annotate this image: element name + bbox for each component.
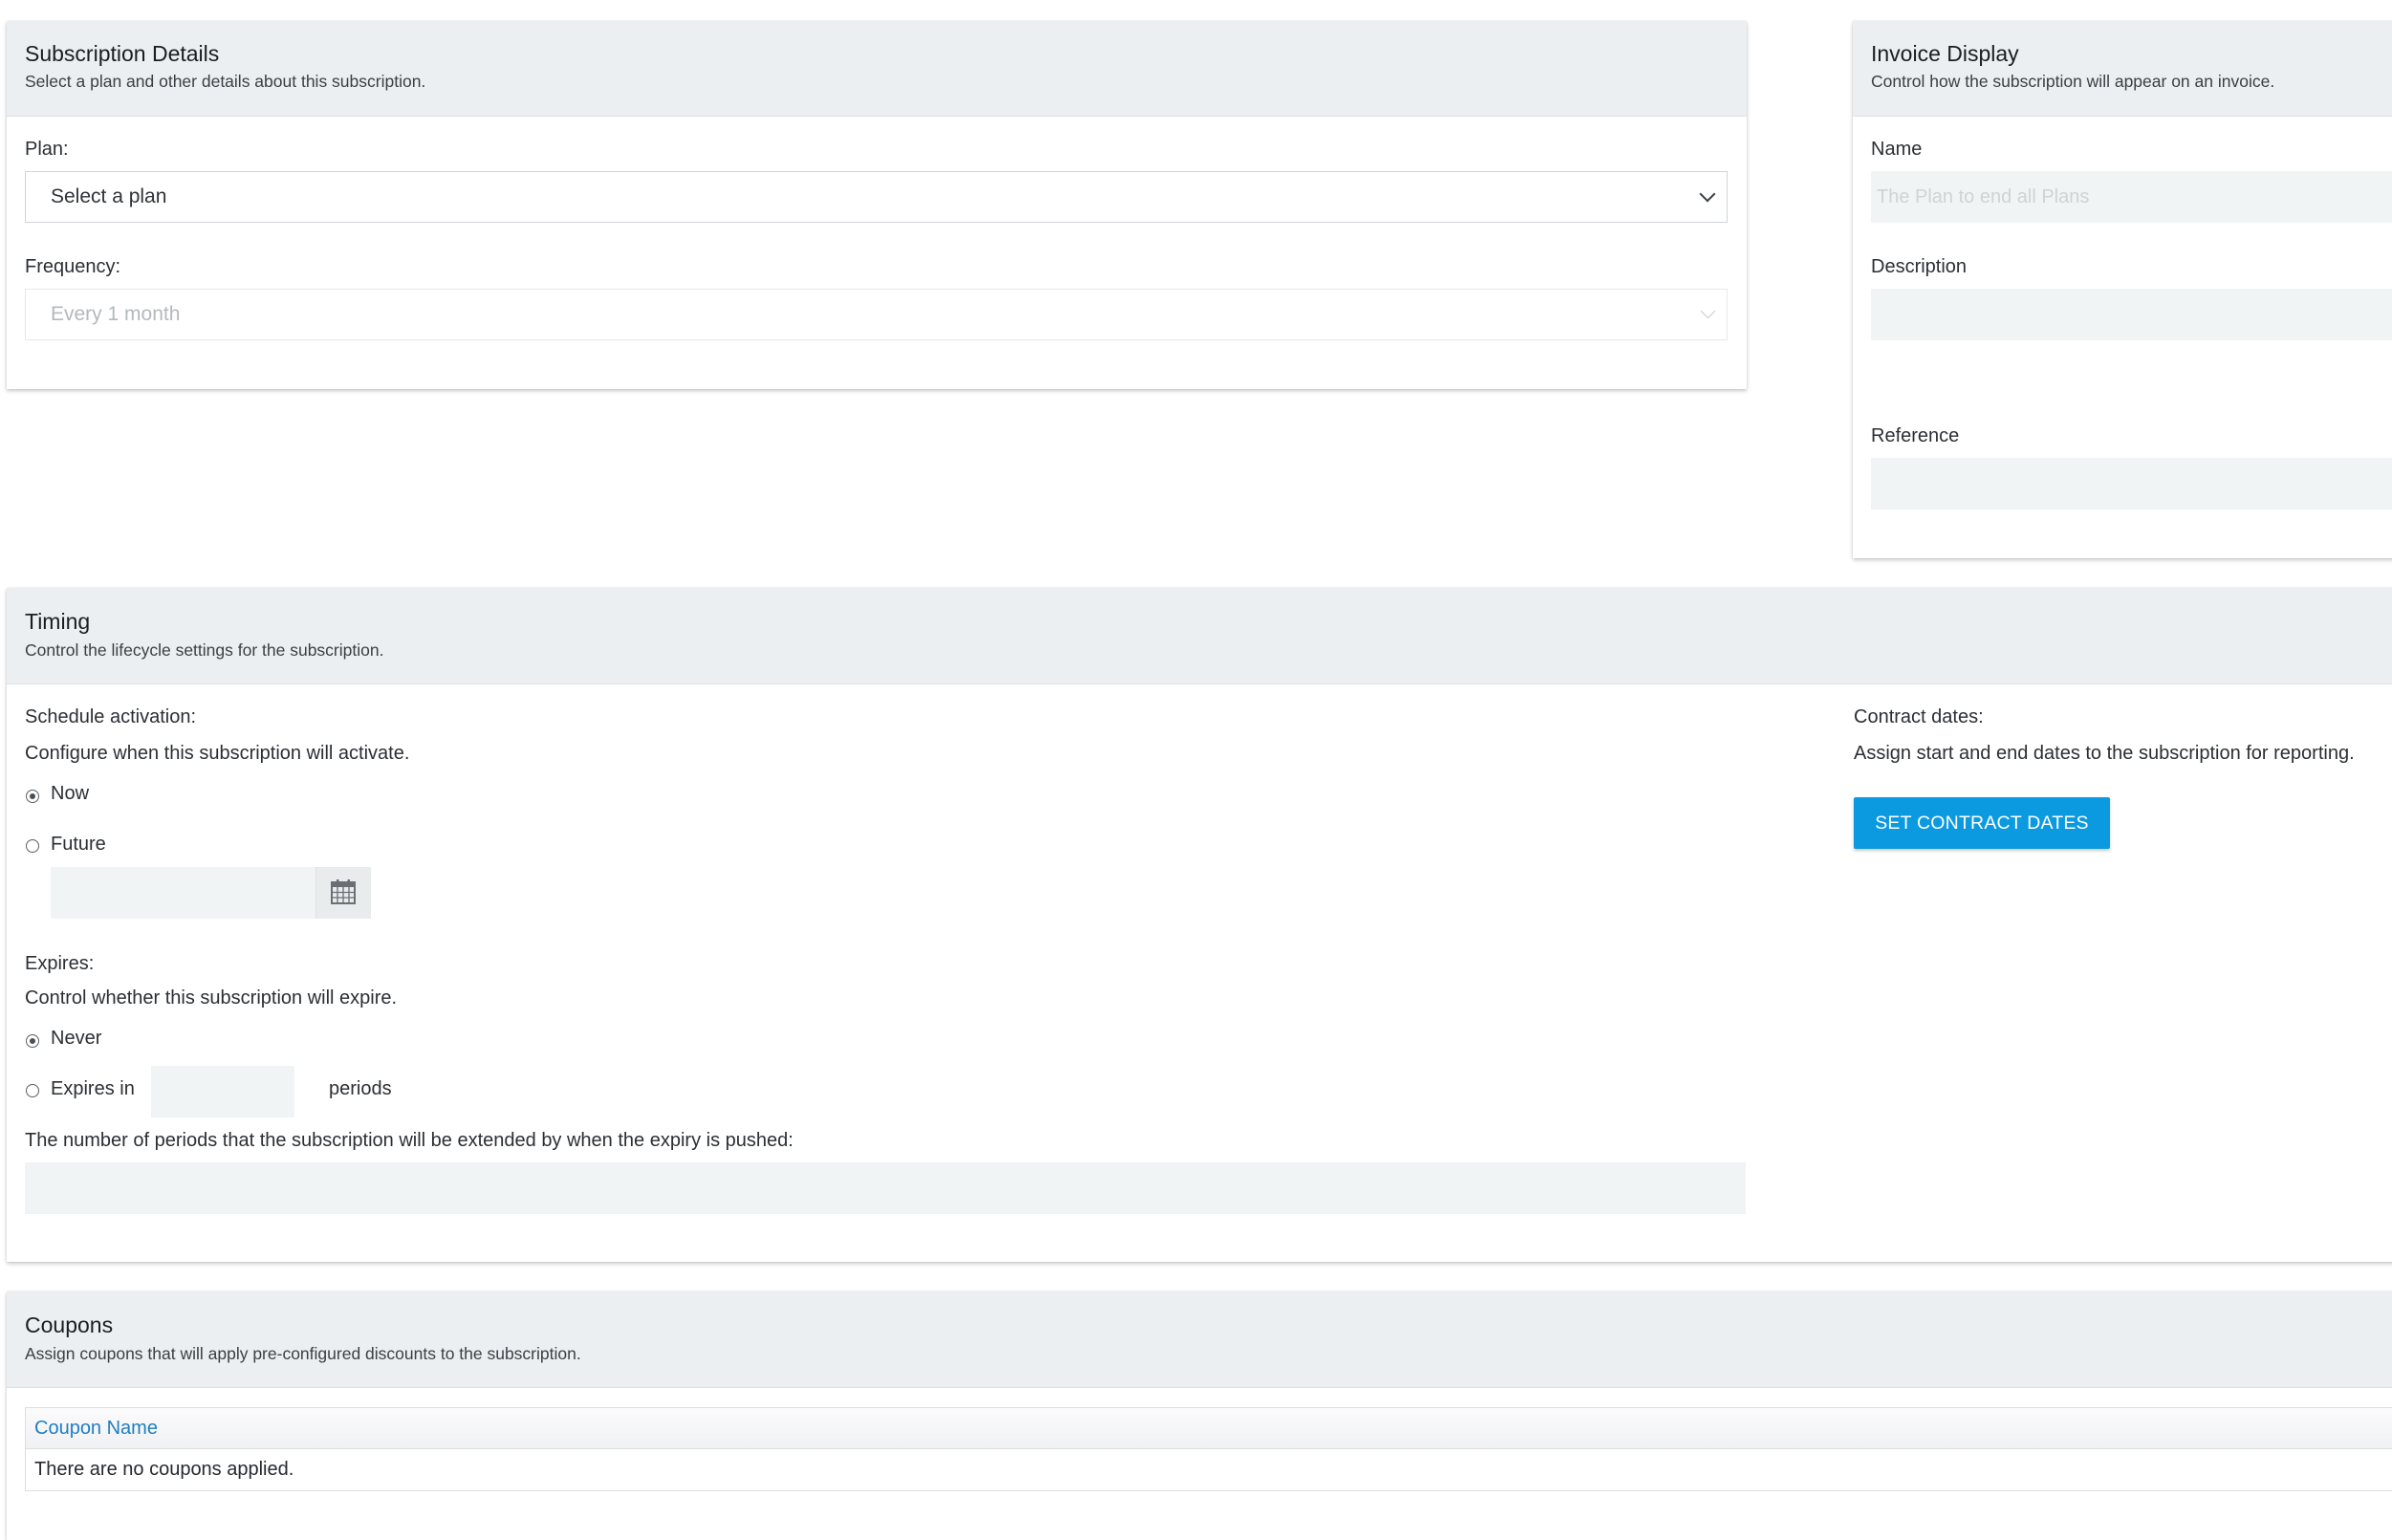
- extend-periods-label: The number of periods that the subscript…: [25, 1130, 794, 1151]
- calendar-button[interactable]: [315, 867, 371, 919]
- plan-select-value: Select a plan: [51, 185, 167, 207]
- coupon-name-column-header[interactable]: Coupon Name: [34, 1418, 158, 1440]
- expiry-expires-in-radio[interactable]: [26, 1084, 39, 1097]
- schedule-activation-help: Configure when this subscription will ac…: [25, 743, 410, 764]
- timing-header: Timing Control the lifecycle settings fo…: [7, 588, 2392, 684]
- reference-label: Reference: [1871, 425, 1960, 446]
- subscription-details-header: Subscription Details Select a plan and o…: [7, 21, 1747, 117]
- activation-now-radio[interactable]: [26, 790, 39, 803]
- timing-panel: Timing Control the lifecycle settings fo…: [7, 588, 2392, 1262]
- frequency-select-value: Every 1 month: [51, 303, 181, 325]
- invoice-display-header: Invoice Display Control how the subscrip…: [1853, 21, 2392, 117]
- name-input-placeholder: The Plan to end all Plans: [1877, 186, 2090, 207]
- subscription-details-panel: Subscription Details Select a plan and o…: [7, 21, 1747, 389]
- panel-subtitle: Select a plan and other details about th…: [25, 72, 426, 91]
- description-label: Description: [1871, 256, 1968, 277]
- coupons-table-header: Coupon Name: [25, 1407, 2392, 1449]
- panel-title: Coupons: [25, 1312, 114, 1337]
- invoice-display-panel: Invoice Display Control how the subscrip…: [1853, 21, 2392, 558]
- name-input[interactable]: The Plan to end all Plans: [1871, 171, 2392, 223]
- panel-subtitle: Control the lifecycle settings for the s…: [25, 640, 384, 660]
- panel-title: Subscription Details: [25, 41, 220, 66]
- activation-future-radio[interactable]: [26, 839, 39, 853]
- expires-in-periods-input[interactable]: [151, 1066, 294, 1117]
- chevron-down-icon: [1699, 185, 1716, 203]
- expires-label: Expires:: [25, 953, 95, 974]
- periods-label: periods: [329, 1078, 392, 1099]
- panel-title: Timing: [25, 609, 91, 634]
- name-label: Name: [1871, 139, 1923, 160]
- expires-help: Control whether this subscription will e…: [25, 987, 398, 1009]
- panel-title: Invoice Display: [1871, 41, 2019, 66]
- activation-future-label[interactable]: Future: [51, 834, 106, 856]
- plan-select[interactable]: Select a plan: [25, 171, 1728, 223]
- reference-input[interactable]: [1871, 458, 2392, 510]
- description-input[interactable]: [1871, 289, 2392, 340]
- contract-dates-help: Assign start and end dates to the subscr…: [1854, 743, 2355, 764]
- frequency-label: Frequency:: [25, 256, 121, 277]
- expiry-expires-in-label[interactable]: Expires in: [51, 1078, 135, 1100]
- expiry-never-radio[interactable]: [26, 1034, 39, 1048]
- table-row: There are no coupons applied.: [25, 1449, 2392, 1491]
- extend-periods-input[interactable]: [25, 1162, 1746, 1214]
- coupons-header: Coupons Assign coupons that will apply p…: [7, 1291, 2392, 1388]
- activation-date-input[interactable]: [51, 867, 371, 919]
- contract-dates-label: Contract dates:: [1854, 706, 1984, 727]
- plan-label: Plan:: [25, 139, 69, 160]
- set-contract-dates-button[interactable]: SET CONTRACT DATES: [1854, 797, 2110, 849]
- schedule-activation-label: Schedule activation:: [25, 706, 197, 727]
- activation-now-label[interactable]: Now: [51, 783, 89, 805]
- panel-subtitle: Control how the subscription will appear…: [1871, 72, 2275, 91]
- expiry-never-label[interactable]: Never: [51, 1028, 101, 1050]
- calendar-icon: [331, 879, 356, 904]
- frequency-select[interactable]: Every 1 month: [25, 289, 1728, 340]
- panel-subtitle: Assign coupons that will apply pre-confi…: [25, 1344, 581, 1363]
- coupons-panel: Coupons Assign coupons that will apply p…: [7, 1291, 2392, 1540]
- chevron-down-icon: [1700, 303, 1716, 319]
- coupons-empty-message: There are no coupons applied.: [34, 1459, 294, 1480]
